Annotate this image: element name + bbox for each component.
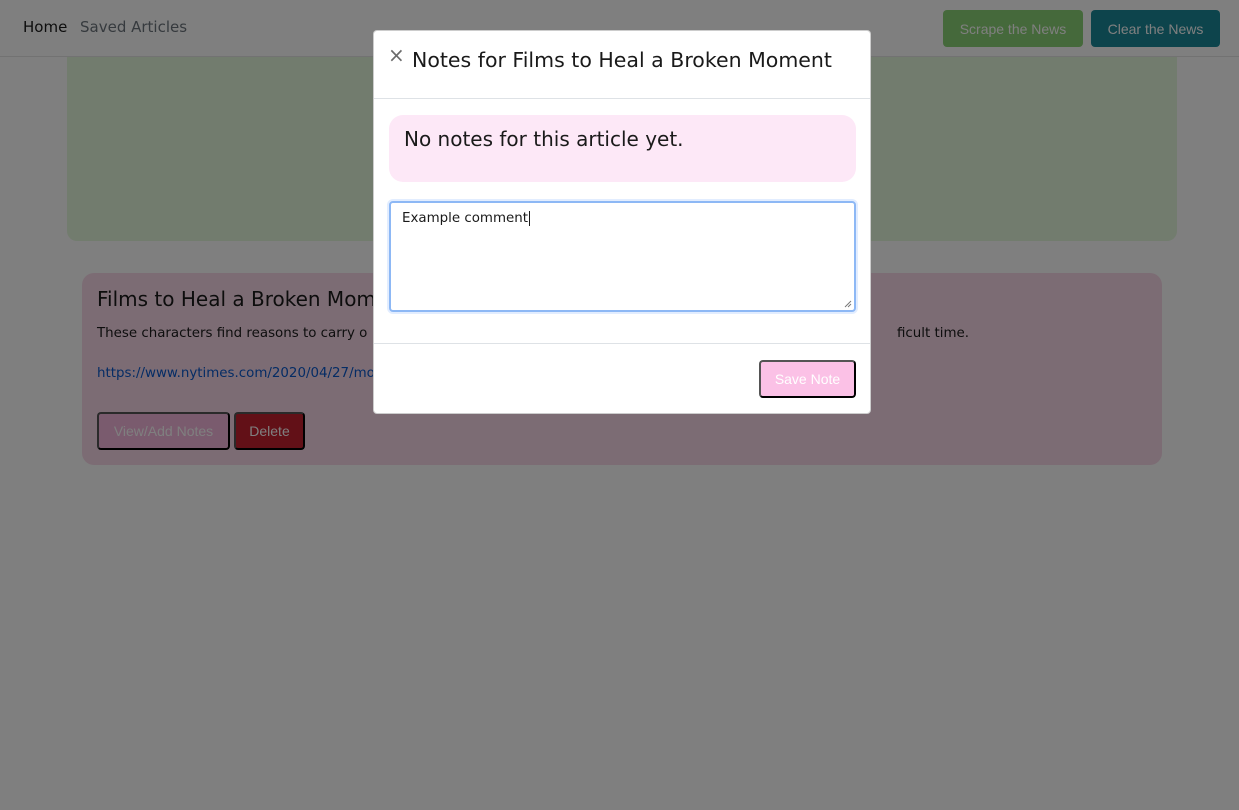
notes-modal: × Notes for Films to Heal a Broken Momen…	[373, 30, 871, 414]
close-icon[interactable]: ×	[388, 45, 405, 65]
resize-grip-icon[interactable]	[844, 300, 852, 308]
note-textarea[interactable]: Example comment	[389, 201, 856, 312]
no-notes-alert: No notes for this article yet.	[389, 115, 856, 182]
note-textarea-value: Example comment	[402, 211, 530, 226]
no-notes-message: No notes for this article yet.	[404, 127, 684, 151]
modal-title: Notes for Films to Heal a Broken Moment	[412, 48, 832, 72]
modal-header: × Notes for Films to Heal a Broken Momen…	[374, 31, 870, 99]
modal-footer: Save Note	[374, 343, 870, 415]
save-note-button[interactable]: Save Note	[759, 360, 856, 398]
